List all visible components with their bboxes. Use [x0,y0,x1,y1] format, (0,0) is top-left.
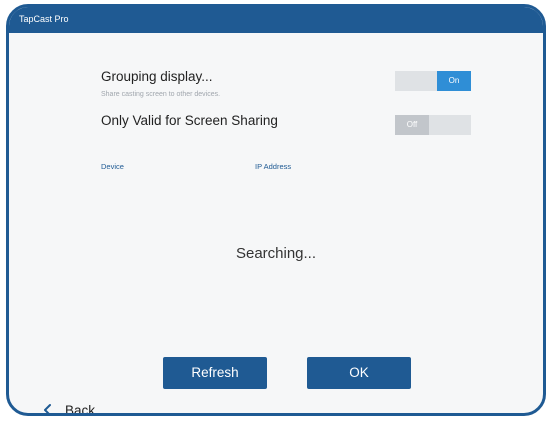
refresh-button[interactable]: Refresh [163,357,267,389]
grouping-display-label: Grouping display... [101,69,213,84]
ok-button[interactable]: OK [307,357,411,389]
column-header-device: Device [101,162,124,171]
grouping-display-toggle-state: On [437,71,471,91]
tapcast-dialog: TapCast Pro Grouping display... Share ca… [6,4,546,416]
window-title: TapCast Pro [19,14,69,24]
screen-sharing-toggle[interactable]: Off [395,115,471,135]
grouping-display-description: Share casting screen to other devices. [101,91,221,98]
column-header-ip-address: IP Address [255,162,292,171]
chevron-left-icon [44,404,51,413]
screen-sharing-toggle-state: Off [395,115,429,135]
searching-status: Searching... [235,245,317,262]
back-label: Back [65,403,96,416]
title-bar: TapCast Pro [9,7,543,33]
back-button[interactable]: Back [41,403,96,416]
screen-sharing-label: Only Valid for Screen Sharing [101,113,278,128]
grouping-display-toggle[interactable]: On [395,71,471,91]
